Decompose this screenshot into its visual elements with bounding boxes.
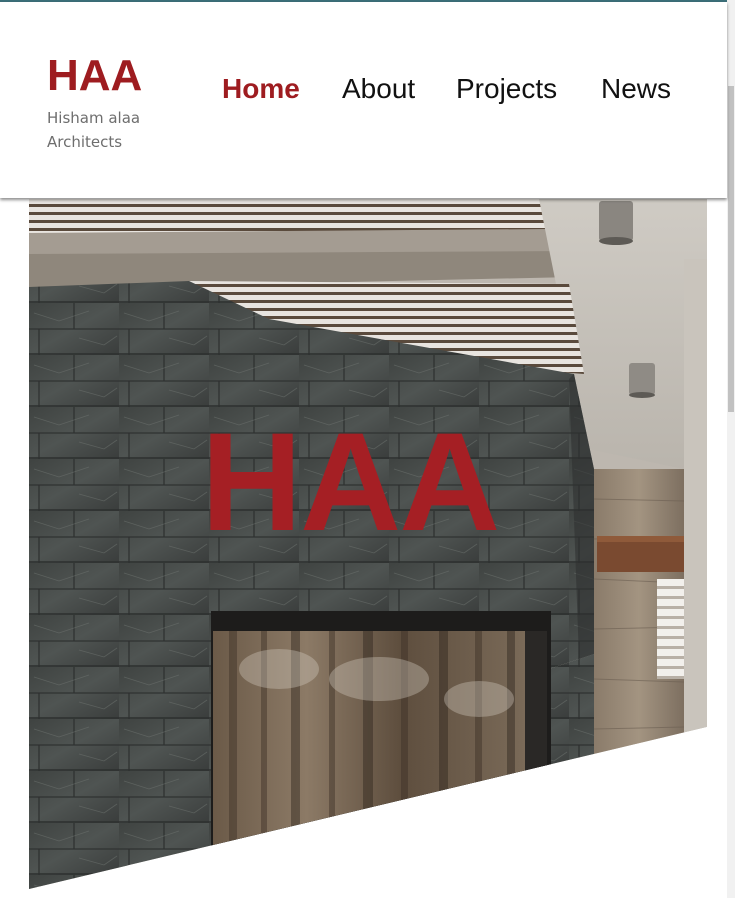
site-tagline: Hisham alaa Architects — [47, 109, 141, 151]
nav-link-home[interactable]: Home — [222, 72, 300, 106]
nav-link-news[interactable]: News — [601, 72, 671, 106]
hero-section: HAA — [29, 199, 707, 889]
nav-link-about[interactable]: About — [342, 72, 415, 106]
page-scrollbar[interactable] — [727, 0, 735, 898]
hero-title: HAA — [201, 403, 500, 560]
scrollbar-thumb[interactable] — [728, 86, 734, 412]
site-logo[interactable]: HAA — [47, 52, 142, 100]
nav-link-projects[interactable]: Projects — [456, 72, 557, 106]
site-header: HAA Hisham alaa Architects Home About Pr… — [0, 2, 727, 198]
